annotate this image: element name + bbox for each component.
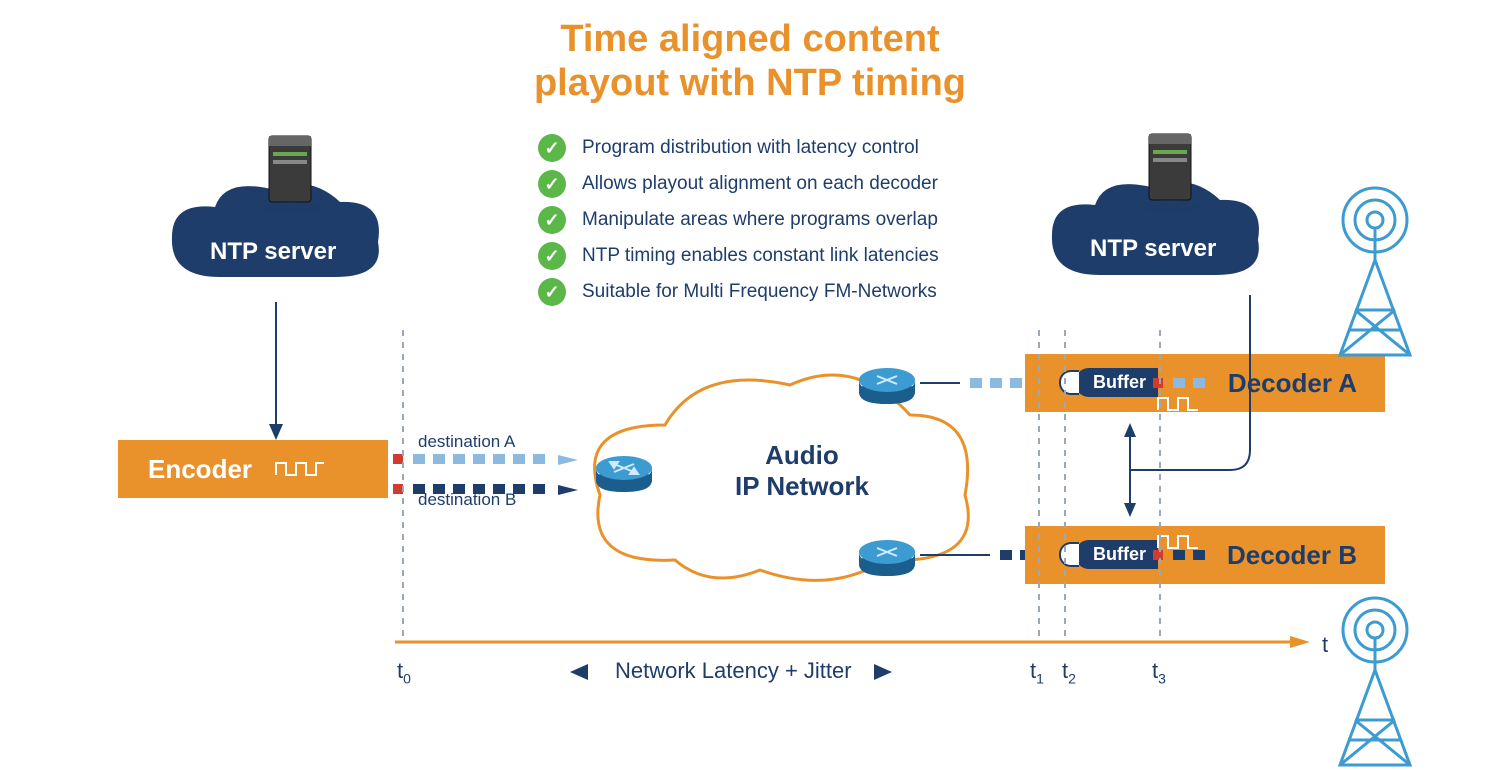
feature-text: NTP timing enables constant link latenci…: [582, 245, 939, 267]
feature-item: ✓ Manipulate areas where programs overlap: [538, 206, 939, 234]
server-icon-left: [255, 130, 325, 215]
latency-arrow-left: [570, 662, 604, 682]
feature-item: ✓ NTP timing enables constant link latenc…: [538, 242, 939, 270]
checkmark-icon: ✓: [538, 170, 566, 198]
ntp-server-label-left: NTP server: [210, 238, 336, 266]
time-marker-t2: t2: [1062, 658, 1076, 686]
feature-text: Suitable for Multi Frequency FM-Networks: [582, 281, 937, 303]
network-latency-label: Network Latency + Jitter: [615, 658, 852, 684]
feature-list: ✓ Program distribution with latency contr…: [538, 134, 939, 314]
diagram-title: Time aligned content playout with NTP ti…: [0, 18, 1500, 105]
ntp-server-label-right: NTP server: [1090, 235, 1216, 263]
feature-item: ✓ Allows playout alignment on each decode…: [538, 170, 939, 198]
time-guides: [0, 330, 1350, 660]
feature-item: ✓ Suitable for Multi Frequency FM-Network…: [538, 278, 939, 306]
time-marker-t: t: [1322, 632, 1328, 658]
checkmark-icon: ✓: [538, 206, 566, 234]
latency-arrow-right: [858, 662, 892, 682]
timeline-axis: [395, 632, 1315, 652]
checkmark-icon: ✓: [538, 242, 566, 270]
title-line-1: Time aligned content: [0, 18, 1500, 62]
checkmark-icon: ✓: [538, 134, 566, 162]
feature-text: Manipulate areas where programs overlap: [582, 209, 938, 231]
time-marker-t3: t3: [1152, 658, 1166, 686]
feature-text: Program distribution with latency contro…: [582, 137, 919, 159]
feature-item: ✓ Program distribution with latency contr…: [538, 134, 939, 162]
server-icon-right: [1135, 128, 1205, 213]
time-marker-t0: t0: [397, 658, 411, 686]
title-line-2: playout with NTP timing: [0, 62, 1500, 106]
time-marker-t1: t1: [1030, 658, 1044, 686]
feature-text: Allows playout alignment on each decoder: [582, 173, 938, 195]
checkmark-icon: ✓: [538, 278, 566, 306]
